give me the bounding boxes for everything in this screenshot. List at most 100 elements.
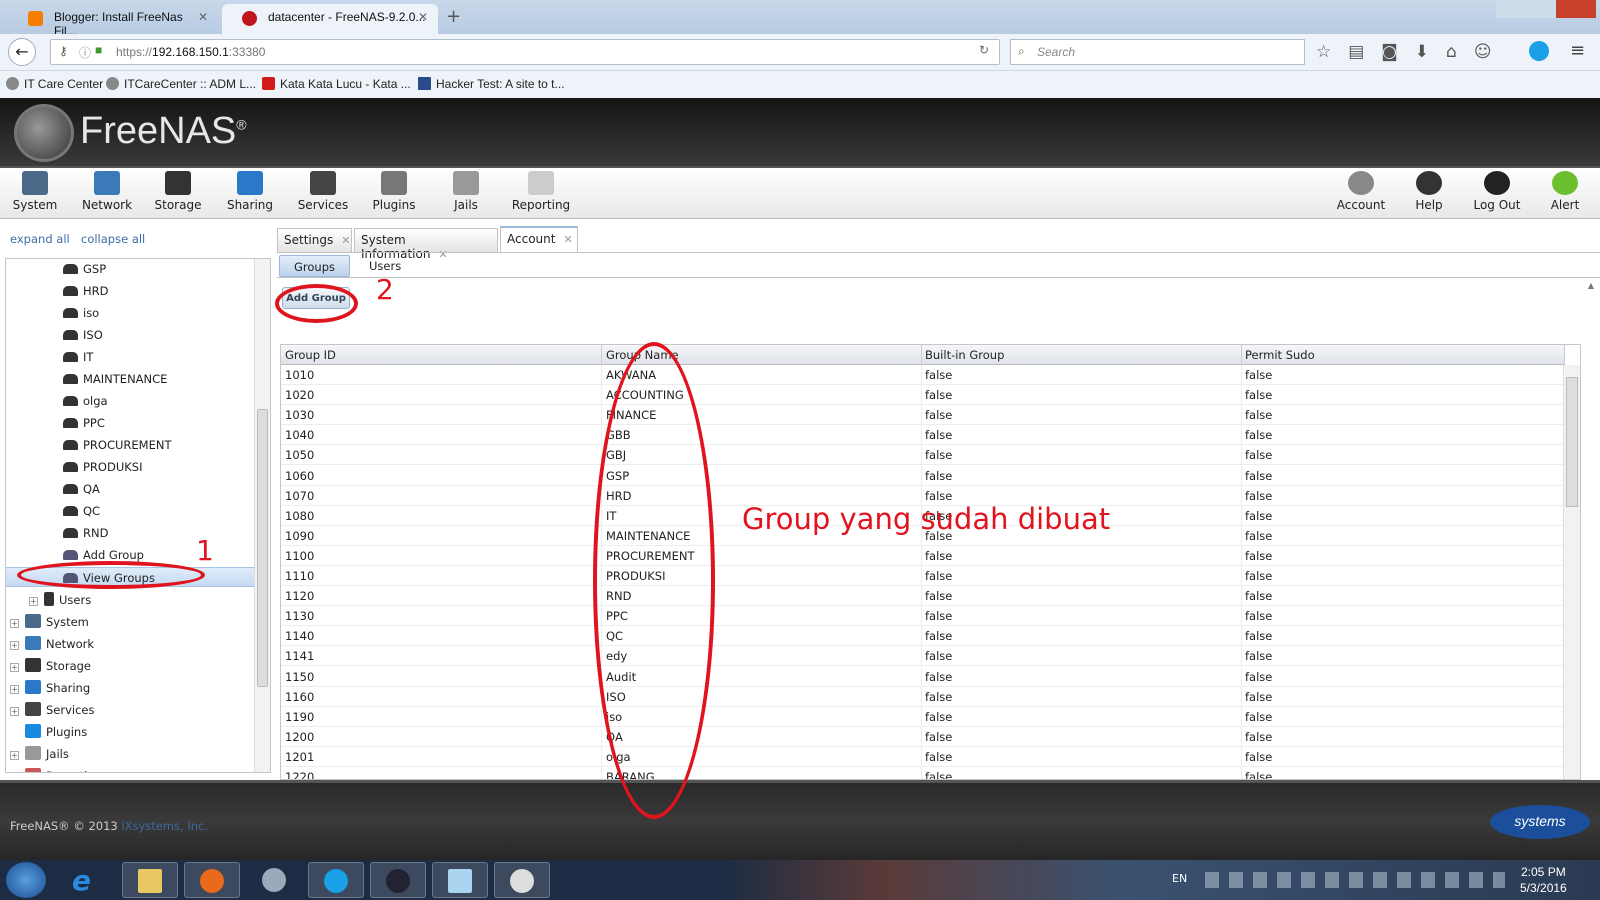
expand-icon[interactable]: + [29, 597, 38, 606]
table-row[interactable]: 1010 AKWANA false false [281, 365, 1564, 385]
tree-group-item[interactable]: iso [63, 303, 99, 323]
tree-services[interactable]: + Services [10, 699, 95, 719]
tree-reporting[interactable]: +Reporting [10, 765, 102, 772]
tree-group-item[interactable]: IT [63, 347, 93, 367]
eye-app-icon[interactable] [370, 862, 426, 898]
table-row[interactable]: 1110 PRODUKSI false false [281, 566, 1564, 586]
scroll-up-arrow[interactable]: ▲ [1588, 281, 1594, 290]
bookmark-item[interactable]: Hacker Test: A site to t... [418, 77, 565, 91]
toolbar-jails[interactable]: Jails [431, 171, 501, 212]
table-scrollbar[interactable] [1563, 365, 1580, 779]
table-row[interactable]: 1160 ISO false false [281, 686, 1564, 707]
menu-icon[interactable]: ≡ [1570, 40, 1585, 61]
table-row[interactable]: 1220 BARANG false false [281, 767, 1564, 779]
tab-settings[interactable]: Settings ✕ [277, 228, 352, 252]
tree-sharing[interactable]: + Sharing [10, 677, 90, 697]
notepad-icon[interactable] [432, 862, 488, 898]
column-separator[interactable] [601, 345, 602, 365]
table-row[interactable]: 1050 GBJ false false [281, 445, 1564, 466]
explorer-icon[interactable] [122, 862, 178, 898]
tree-jails[interactable]: + Jails [10, 743, 69, 763]
toolbar-network[interactable]: Network [72, 171, 142, 212]
close-tab-icon[interactable]: ✕ [341, 234, 350, 247]
tree-group-item[interactable]: QA [63, 479, 100, 499]
skype-taskbar-icon[interactable] [308, 862, 364, 898]
column-separator[interactable] [921, 345, 922, 365]
toolbar-sharing[interactable]: Sharing [215, 171, 285, 212]
table-row[interactable]: 1141 edy false false [281, 646, 1564, 667]
search-input[interactable]: ⌕ Search [1010, 39, 1305, 65]
table-row[interactable]: 1130 PPC false false [281, 606, 1564, 627]
tree-group-item[interactable]: PROCUREMENT [63, 435, 172, 455]
subtab-groups[interactable]: Groups [279, 255, 351, 277]
new-tab-icon[interactable]: + [446, 6, 461, 27]
table-row[interactable]: 1150 Audit false false [281, 666, 1564, 687]
bookmark-item[interactable]: ITCareCenter :: ADM L... [106, 77, 256, 91]
url-bar[interactable]: https://192.168.150.1:33380 ⚷ ⓘ ■ ↻ [50, 39, 1000, 65]
expand-all-link[interactable]: expand all [10, 232, 70, 246]
tree-group-item[interactable]: GSP [63, 259, 106, 279]
toolbar-system[interactable]: System [0, 171, 70, 212]
tree-group-item[interactable]: QC [63, 501, 100, 521]
close-tab-icon[interactable]: ✕ [438, 248, 447, 261]
toolbar-alert[interactable]: Alert [1530, 171, 1600, 212]
column-header[interactable]: Group ID [285, 348, 336, 362]
table-row[interactable]: 1040 GBB false false [281, 425, 1564, 446]
browser-toolbar-icons[interactable]: ☆▤◙⬇⌂☺ [1316, 42, 1509, 62]
tree-network[interactable]: + Network [10, 633, 94, 653]
column-header[interactable]: Built-in Group [925, 348, 1004, 362]
bookmark-item[interactable]: IT Care Center [6, 77, 103, 91]
close-tab-icon[interactable]: ✕ [563, 233, 572, 246]
tree-plugins[interactable]: Plugins [10, 721, 87, 741]
reload-icon[interactable]: ↻ [979, 43, 989, 57]
table-row[interactable]: 1140 QC false false [281, 626, 1564, 647]
table-row[interactable]: 1060 GSP false false [281, 465, 1564, 486]
window-controls[interactable] [1496, 0, 1596, 18]
toolbar-reporting[interactable]: Reporting [506, 171, 576, 212]
tree-group-item[interactable]: olga [63, 391, 108, 411]
table-row[interactable]: 1100 PROCUREMENT false false [281, 545, 1564, 566]
media-icon[interactable] [246, 862, 302, 898]
tree-group-item[interactable]: MAINTENANCE [63, 369, 167, 389]
toolbar-log-out[interactable]: Log Out [1462, 171, 1532, 212]
column-header[interactable]: Permit Sudo [1245, 348, 1315, 362]
info-icon[interactable]: ⓘ [79, 44, 91, 61]
tree-group-item[interactable]: PRODUKSI [63, 457, 142, 477]
toolbar-plugins[interactable]: Plugins [359, 171, 429, 212]
system-tray-icons[interactable] [1205, 872, 1505, 888]
close-tab-icon[interactable]: ✕ [418, 10, 428, 24]
language-indicator[interactable]: EN [1172, 872, 1187, 885]
scrollbar-thumb[interactable] [257, 409, 268, 687]
table-row[interactable]: 1200 QA false false [281, 726, 1564, 747]
bookmark-item[interactable]: Kata Kata Lucu - Kata ... [262, 77, 411, 91]
expand-icon[interactable]: + [10, 751, 19, 760]
browser-tab-datacenter[interactable]: datacenter - FreeNAS-9.2.0... ✕ [222, 4, 438, 34]
expand-icon[interactable]: + [10, 619, 19, 628]
scrollbar-thumb[interactable] [1566, 377, 1578, 507]
expand-icon[interactable]: + [10, 685, 19, 694]
ie-icon[interactable]: e [72, 864, 91, 897]
column-separator[interactable] [1241, 345, 1242, 365]
browser-tab-blogger[interactable]: Blogger: Install FreeNas Fil... ✕ [8, 4, 218, 38]
collapse-all-link[interactable]: collapse all [81, 232, 145, 246]
close-tab-icon[interactable]: ✕ [198, 10, 208, 24]
clock[interactable]: 2:05 PM 5/3/2016 [1520, 864, 1567, 896]
ixsystems-link[interactable]: iXsystems, Inc. [121, 819, 208, 833]
column-separator[interactable] [1564, 345, 1565, 365]
skype-icon[interactable] [1529, 41, 1549, 61]
tree-storage[interactable]: + Storage [10, 655, 91, 675]
table-row[interactable]: 1120 RND false false [281, 586, 1564, 607]
expand-icon[interactable]: + [10, 641, 19, 650]
toolbar-services[interactable]: Services [288, 171, 358, 212]
back-button[interactable]: ← [8, 38, 36, 66]
firefox-icon[interactable] [184, 862, 240, 898]
table-row[interactable]: 1030 FINANCE false false [281, 405, 1564, 426]
tree-users[interactable]: + Users [29, 589, 91, 609]
toolbar-help[interactable]: Help [1394, 171, 1464, 212]
table-row[interactable]: 1190 iso false false [281, 706, 1564, 727]
start-button[interactable] [6, 862, 46, 898]
paint-icon[interactable] [494, 862, 550, 898]
tree-group-item[interactable]: ISO [63, 325, 103, 345]
expand-icon[interactable]: + [10, 663, 19, 672]
tree-group-item[interactable]: RND [63, 523, 108, 543]
